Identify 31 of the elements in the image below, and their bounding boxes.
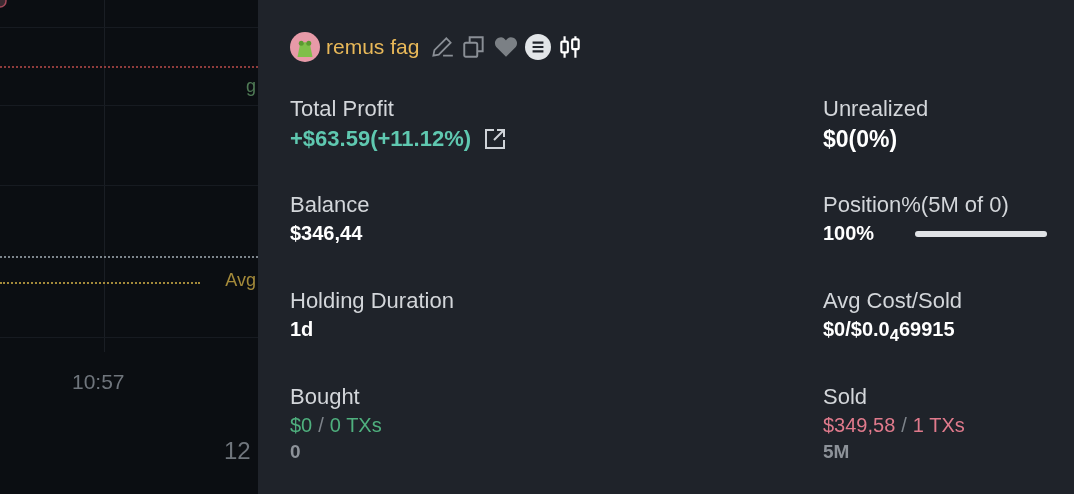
date-label: 12 bbox=[224, 437, 251, 465]
price-line-label: Avg bbox=[225, 270, 256, 291]
tx-count: 1 TXs bbox=[912, 414, 965, 437]
stat-label: Sold bbox=[823, 384, 869, 410]
stat-value: 1d bbox=[290, 318, 315, 341]
external-link-icon[interactable] bbox=[483, 127, 508, 151]
price-line-label: g bbox=[246, 76, 256, 97]
time-label: 10:57 bbox=[72, 370, 125, 394]
stat-value: 100% bbox=[823, 222, 876, 245]
separator: / bbox=[901, 414, 907, 437]
token-amount: 0 bbox=[290, 441, 302, 463]
avatar-icon bbox=[290, 32, 320, 62]
total-profit-value: +$63.59(+11.12%) bbox=[290, 126, 472, 152]
stat-value: $0/$0.0$_{4}$69915 bbox=[823, 318, 956, 346]
stat-label: Bought bbox=[290, 384, 361, 410]
pencil-icon[interactable] bbox=[429, 34, 456, 60]
stat-label: Unrealized bbox=[823, 96, 930, 122]
amount-value: $349,58 bbox=[823, 414, 896, 437]
token-amount: 5M bbox=[823, 441, 851, 463]
stat-label: Balance bbox=[290, 192, 371, 218]
stat-label: Total Profit bbox=[290, 96, 395, 122]
amount-value: $0 bbox=[290, 414, 313, 437]
tx-count: 0 TXs bbox=[329, 414, 382, 437]
stat-value: $346,44 bbox=[290, 222, 364, 245]
wallet-name[interactable]: remus fag bbox=[326, 35, 420, 59]
stat-value: $0(0%) bbox=[823, 126, 899, 153]
separator: / bbox=[318, 414, 324, 437]
stat-label: Position%(5M of 0) bbox=[823, 192, 1010, 218]
coin-icon bbox=[525, 34, 552, 60]
stat-label: Avg Cost/Sold bbox=[823, 288, 963, 314]
stat-label: Holding Duration bbox=[290, 288, 455, 314]
